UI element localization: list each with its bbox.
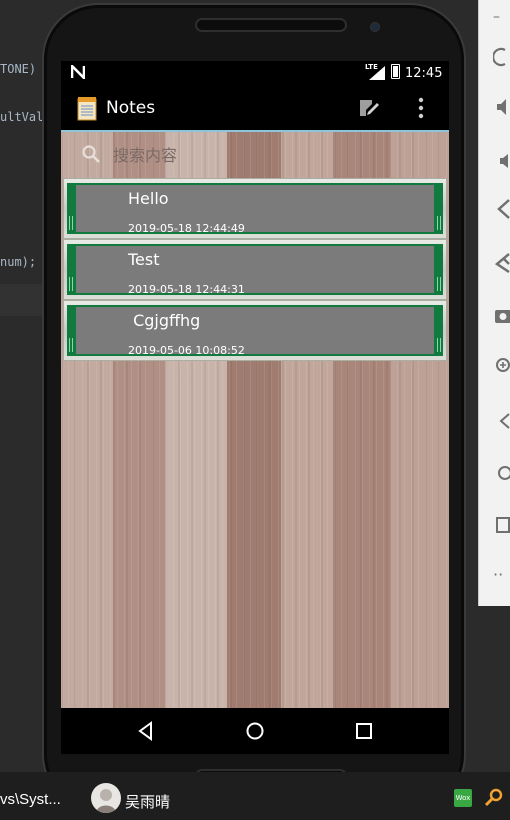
note-card: Cgjgffhg 2019-05-06 10:08:52 [67, 305, 443, 357]
note-title: Test [128, 250, 160, 269]
status-time: 12:45 [405, 66, 443, 81]
taskbar-user-name[interactable]: 吴雨晴 [125, 791, 170, 812]
note-date: 2019-05-18 12:44:31 [128, 283, 245, 296]
note-title: Hello [128, 189, 169, 208]
note-list-item[interactable]: Cgjgffhg 2019-05-06 10:08:52 [63, 300, 447, 361]
phone-screen: LTE 12:45 Notes H [61, 61, 449, 754]
wox-tray-icon[interactable]: Wox [454, 789, 472, 807]
taskbar-window-label[interactable]: vs\Syst... [0, 791, 61, 808]
back-icon[interactable] [493, 410, 510, 432]
notepad-app-icon [77, 97, 97, 121]
volume-down-icon[interactable] [493, 150, 510, 172]
windows-taskbar: vs\Syst... 吴雨晴 Wox [0, 772, 510, 820]
nav-back-icon[interactable] [135, 720, 157, 742]
navigation-bar [61, 708, 449, 754]
note-list-item[interactable]: Hello 2019-05-18 12:44:49 [63, 178, 447, 239]
search-icon [82, 145, 100, 163]
search-bar [61, 132, 449, 176]
search-tray-icon[interactable] [484, 788, 504, 808]
network-type: LTE [365, 63, 378, 71]
nav-overview-icon[interactable] [353, 720, 375, 742]
top-speaker [195, 18, 347, 32]
battery-icon [391, 64, 400, 79]
minimize-icon[interactable]: – [493, 6, 510, 28]
notification-n-icon [71, 65, 85, 79]
more-icon[interactable]: ·· [493, 564, 510, 586]
note-date: 2019-05-18 12:44:49 [128, 222, 245, 235]
note-list-item[interactable]: Test 2019-05-18 12:44:31 [63, 239, 447, 300]
user-avatar[interactable] [91, 783, 121, 813]
zoom-icon[interactable] [493, 354, 510, 376]
rotate-right-icon[interactable] [493, 252, 510, 274]
code-line: TONE) [0, 62, 37, 76]
home-icon[interactable] [493, 462, 510, 484]
note-card: Hello 2019-05-18 12:44:49 [67, 183, 443, 235]
note-card: Test 2019-05-18 12:44:31 [67, 244, 443, 296]
code-line: ultVal [0, 110, 44, 124]
app-title: Notes [106, 98, 156, 118]
camera-icon[interactable] [493, 304, 510, 326]
overview-icon[interactable] [493, 514, 510, 536]
nav-home-icon[interactable] [244, 720, 266, 742]
power-icon[interactable] [493, 46, 510, 68]
app-bar: Notes [61, 86, 449, 130]
volume-up-icon[interactable] [493, 96, 510, 118]
front-camera [370, 22, 380, 32]
overflow-menu-icon[interactable] [417, 97, 425, 119]
note-title: Cgjgffhg [128, 311, 201, 330]
emulator-toolbar: – ·· [478, 0, 510, 606]
rotate-left-icon[interactable] [493, 198, 510, 220]
notes-content: Hello 2019-05-18 12:44:49 Test 2019-05-1… [61, 130, 449, 708]
code-line: num); [0, 255, 37, 269]
status-bar: LTE 12:45 [61, 61, 449, 86]
avatar-image [96, 789, 116, 813]
search-input[interactable] [113, 142, 413, 168]
new-note-icon[interactable] [358, 98, 380, 118]
note-date: 2019-05-06 10:08:52 [128, 344, 245, 357]
